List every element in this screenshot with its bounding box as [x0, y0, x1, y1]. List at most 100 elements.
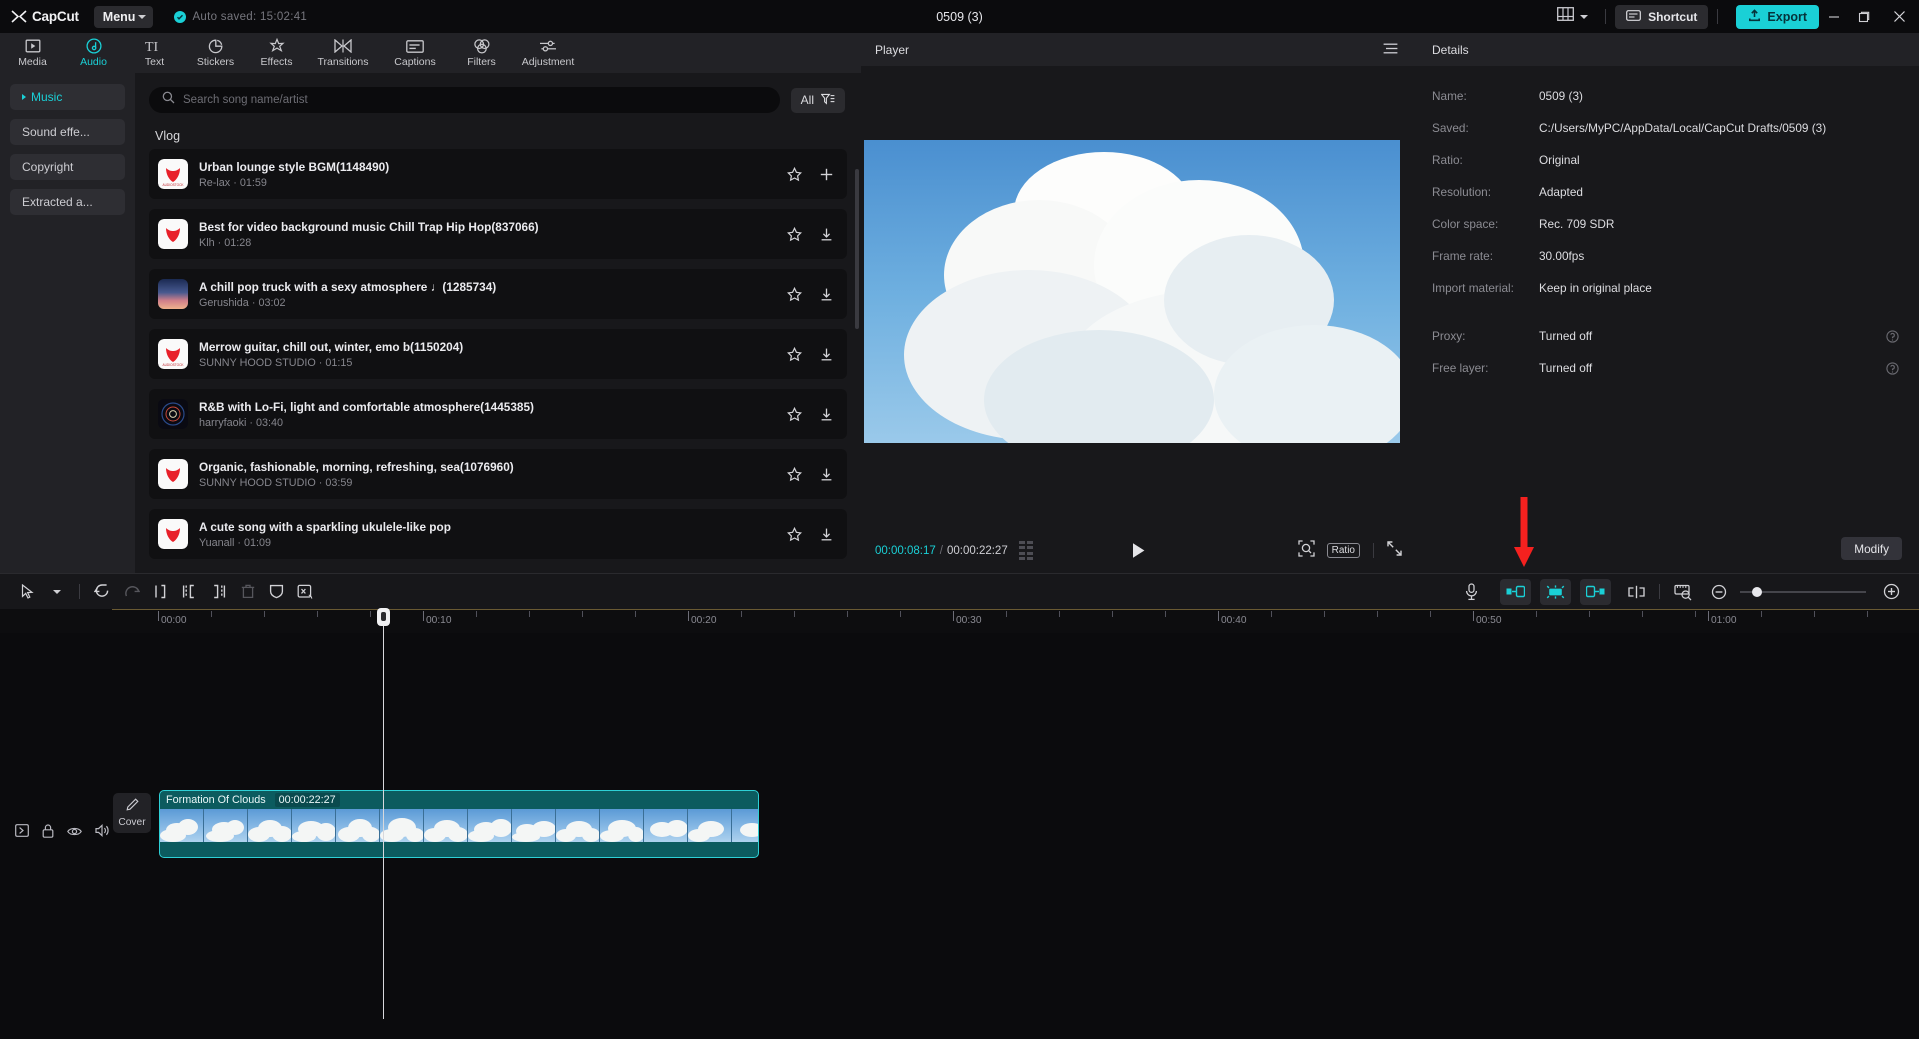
split-button[interactable]: [146, 577, 175, 606]
cover-button[interactable]: Cover: [113, 793, 151, 833]
help-circle-icon[interactable]: [1886, 361, 1899, 375]
tab-filters[interactable]: Filters: [451, 33, 512, 73]
eye-visibility-icon[interactable]: [67, 824, 82, 842]
ratio-selector[interactable]: Ratio: [1326, 543, 1360, 558]
zoom-slider-knob[interactable]: [1752, 586, 1762, 597]
player-menu-icon[interactable]: [1383, 41, 1398, 59]
sidebar-item-music[interactable]: Music: [10, 84, 125, 110]
auto-beat-button[interactable]: [1540, 578, 1571, 605]
sidebar-item-sound-effects[interactable]: Sound effe...: [10, 119, 125, 145]
tab-text[interactable]: TI Text: [124, 33, 185, 73]
track-controls: [0, 818, 110, 848]
zoom-slider[interactable]: [1740, 586, 1866, 597]
svg-text:AUDIOSTOCK: AUDIOSTOCK: [162, 183, 184, 187]
filter-all-button[interactable]: All: [790, 87, 845, 113]
download-icon[interactable]: [818, 406, 835, 423]
favorite-star-icon[interactable]: [786, 526, 803, 543]
sidebar-item-label: Copyright: [22, 160, 74, 174]
list-item[interactable]: AUDIOSTOCK Merrow guitar, chill out, win…: [149, 329, 847, 379]
keyframe-out-button[interactable]: [1580, 578, 1611, 605]
export-button[interactable]: Export: [1736, 4, 1819, 29]
filter-all-label: All: [800, 93, 814, 107]
volume-icon[interactable]: [95, 824, 109, 842]
menu-button[interactable]: Menu: [93, 5, 154, 28]
lock-icon[interactable]: [42, 823, 54, 843]
song-subtitle: Re-lax · 01:59: [199, 176, 267, 189]
zoom-in-button[interactable]: [1877, 577, 1906, 606]
song-subtitle: Klh · 01:28: [199, 236, 252, 249]
tab-captions[interactable]: Captions: [379, 33, 451, 73]
tab-adjustment[interactable]: Adjustment: [512, 33, 584, 73]
mirror-button[interactable]: [1622, 577, 1651, 606]
timeline-ruler[interactable]: 00:00 00:10 00:20 00:30 00:40 00:50 01:0…: [0, 609, 1919, 633]
close-button[interactable]: [1879, 0, 1919, 33]
music-list-scrollbar[interactable]: [855, 169, 859, 329]
delete-button[interactable]: [233, 577, 262, 606]
tab-transitions[interactable]: Transitions: [307, 33, 379, 73]
download-icon[interactable]: [818, 286, 835, 303]
song-title: R&B with Lo-Fi, light and comfortable at…: [199, 399, 534, 414]
list-item[interactable]: A cute song with a sparkling ukulele-lik…: [149, 509, 847, 559]
zoom-out-button[interactable]: [1704, 577, 1733, 606]
list-item[interactable]: A chill pop truck with a sexy atmosphere…: [149, 269, 847, 319]
favorite-star-icon[interactable]: [786, 406, 803, 423]
mask-button[interactable]: [262, 577, 291, 606]
search-input[interactable]: [183, 94, 767, 106]
add-to-timeline-icon[interactable]: [818, 166, 835, 183]
minimize-button[interactable]: [1819, 0, 1849, 33]
sidebar-item-copyright[interactable]: Copyright: [10, 154, 125, 180]
list-item[interactable]: AUDIOSTOCK Urban lounge style BGM(114849…: [149, 149, 847, 199]
favorite-star-icon[interactable]: [786, 346, 803, 363]
list-item[interactable]: Best for video background music Chill Tr…: [149, 209, 847, 259]
select-tool-button[interactable]: [13, 577, 42, 606]
list-item[interactable]: R&B with Lo-Fi, light and comfortable at…: [149, 389, 847, 439]
zoom-fit-button[interactable]: [1668, 577, 1700, 606]
modify-button[interactable]: Modify: [1841, 537, 1902, 560]
playhead[interactable]: [377, 608, 390, 1019]
detail-value: Rec. 709 SDR: [1539, 217, 1615, 231]
fit-to-window-icon[interactable]: [1297, 539, 1315, 562]
playhead-handle[interactable]: [377, 608, 390, 626]
favorite-star-icon[interactable]: [786, 166, 803, 183]
download-icon[interactable]: [818, 526, 835, 543]
favorite-star-icon[interactable]: [786, 286, 803, 303]
download-icon[interactable]: [818, 226, 835, 243]
album-thumbnail: [158, 399, 188, 429]
shortcut-button[interactable]: Shortcut: [1615, 4, 1709, 29]
play-button[interactable]: [1126, 539, 1150, 563]
video-frame[interactable]: [864, 140, 1400, 443]
tab-media[interactable]: Media: [2, 33, 63, 73]
trim-left-button[interactable]: [175, 577, 204, 606]
select-tool-dropdown[interactable]: [42, 577, 71, 606]
mute-audio-button[interactable]: [291, 577, 320, 606]
tab-stickers[interactable]: Stickers: [185, 33, 246, 73]
download-icon[interactable]: [818, 346, 835, 363]
trim-right-button[interactable]: [204, 577, 233, 606]
fullscreen-icon[interactable]: [1387, 540, 1402, 561]
favorite-star-icon[interactable]: [786, 226, 803, 243]
layout-panels-icon: [1557, 7, 1575, 26]
ruler-label: 00:00: [161, 615, 187, 626]
redo-button[interactable]: [117, 577, 146, 606]
help-circle-icon[interactable]: [1886, 329, 1899, 343]
list-item[interactable]: Organic, fashionable, morning, refreshin…: [149, 449, 847, 499]
zoom-slider-track[interactable]: [1740, 586, 1866, 597]
tab-audio[interactable]: Audio: [63, 33, 124, 73]
undo-button[interactable]: [88, 577, 117, 606]
sidebar-item-extracted-audio[interactable]: Extracted a...: [10, 189, 125, 215]
video-clip[interactable]: Formation Of Clouds 00:00:22:27: [159, 790, 759, 858]
keyframe-in-button[interactable]: [1500, 578, 1531, 605]
tab-effects[interactable]: Effects: [246, 33, 307, 73]
tab-label: Transitions: [317, 56, 369, 68]
keyframe-panel-icon[interactable]: [1018, 540, 1034, 561]
detail-row-ratio: Ratio: Original: [1415, 144, 1919, 176]
search-box[interactable]: [149, 87, 780, 113]
record-voiceover-button[interactable]: [1453, 575, 1489, 609]
detail-row-frame-rate: Frame rate: 30.00fps: [1415, 240, 1919, 272]
layout-switch-button[interactable]: [1549, 4, 1596, 30]
maximize-button[interactable]: [1849, 0, 1879, 33]
favorite-star-icon[interactable]: [786, 466, 803, 483]
song-actions: [786, 466, 835, 483]
track-expand-icon[interactable]: [15, 824, 29, 842]
download-icon[interactable]: [818, 466, 835, 483]
